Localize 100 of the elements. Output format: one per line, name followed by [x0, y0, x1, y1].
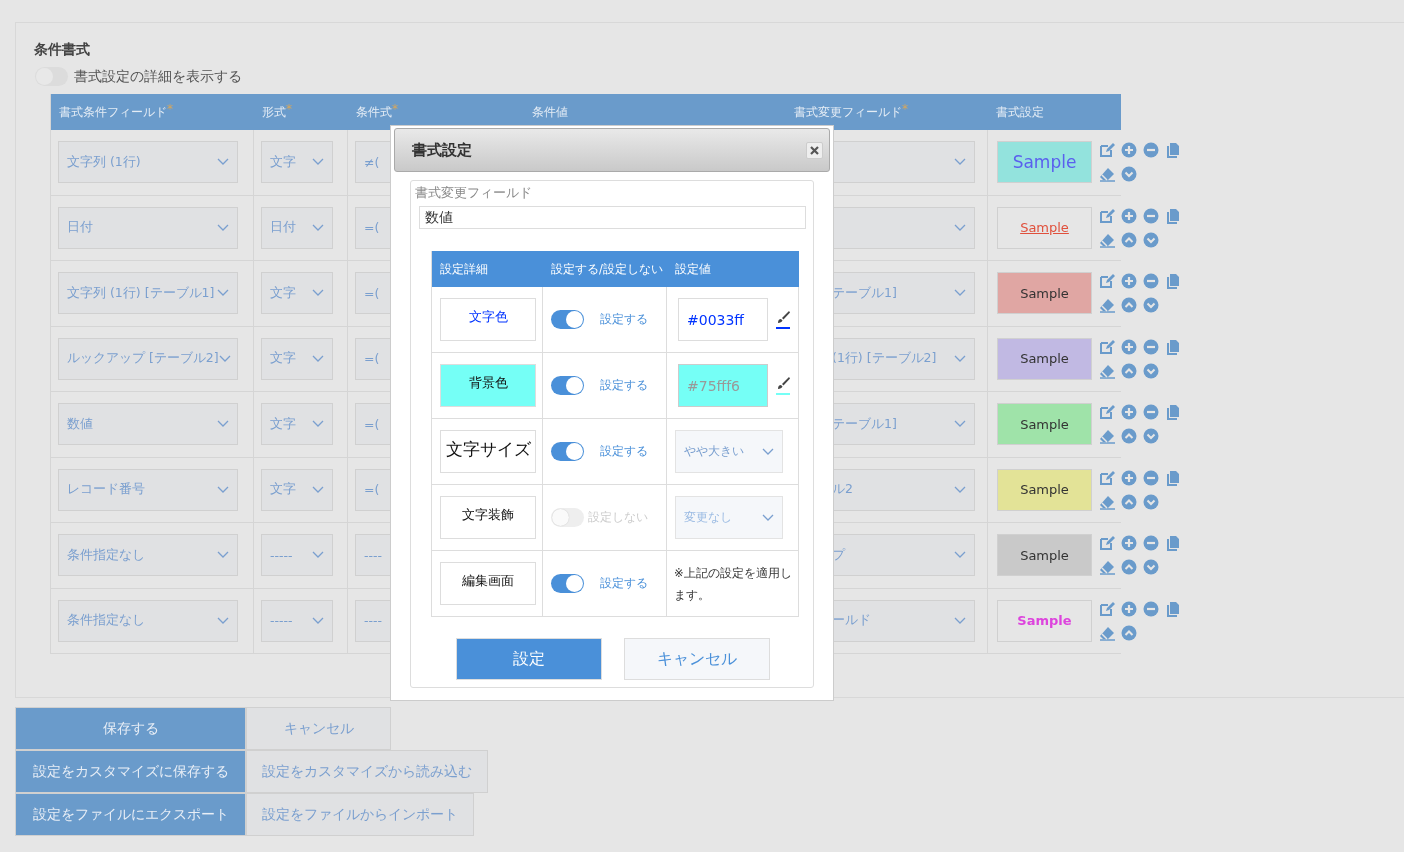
- remove-icon[interactable]: [1143, 142, 1159, 159]
- toggle-switch[interactable]: [551, 376, 584, 395]
- remove-icon[interactable]: [1143, 469, 1159, 486]
- secondary-button[interactable]: キャンセル: [246, 707, 391, 750]
- move-down-icon[interactable]: [1143, 493, 1159, 510]
- field-dropdown[interactable]: レコード番号: [58, 468, 238, 511]
- value-dropdown[interactable]: やや大きい: [675, 430, 783, 473]
- edit-icon[interactable]: [1099, 404, 1115, 421]
- edit-icon[interactable]: [1099, 469, 1115, 486]
- chevron-icon[interactable]: [217, 420, 229, 429]
- secondary-button[interactable]: 設定をファイルからインポート: [246, 793, 474, 836]
- toggle-switch[interactable]: [551, 310, 584, 329]
- chevron-icon[interactable]: [954, 289, 966, 298]
- edit-icon[interactable]: [1099, 142, 1115, 159]
- remove-icon[interactable]: [1143, 600, 1159, 617]
- close-icon[interactable]: [810, 145, 819, 155]
- value-dropdown[interactable]: 変更なし: [675, 496, 783, 539]
- eraser-icon[interactable]: [1099, 231, 1115, 248]
- eraser-icon[interactable]: [1099, 297, 1115, 314]
- add-icon[interactable]: [1121, 207, 1137, 224]
- chevron-icon[interactable]: [312, 616, 324, 625]
- toggle-switch[interactable]: [551, 574, 584, 593]
- primary-button[interactable]: 設定をカスタマイズに保存する: [15, 750, 246, 793]
- primary-button[interactable]: 保存する: [15, 707, 246, 750]
- eraser-icon[interactable]: [1099, 166, 1115, 183]
- chevron-icon[interactable]: [217, 551, 229, 560]
- eraser-icon[interactable]: [1099, 362, 1115, 379]
- remove-icon[interactable]: [1143, 207, 1159, 224]
- brush-icon[interactable]: [776, 310, 790, 324]
- brush-icon[interactable]: [776, 376, 790, 390]
- chevron-icon[interactable]: [217, 289, 229, 298]
- chevron-icon[interactable]: [312, 420, 324, 429]
- chevron-icon[interactable]: [762, 447, 774, 456]
- copy-icon[interactable]: [1165, 142, 1181, 159]
- move-up-icon[interactable]: [1121, 559, 1137, 576]
- chevron-icon[interactable]: [312, 223, 324, 232]
- copy-icon[interactable]: [1165, 404, 1181, 421]
- chevron-icon[interactable]: [762, 513, 774, 522]
- eraser-icon[interactable]: [1099, 624, 1115, 641]
- edit-icon[interactable]: [1099, 273, 1115, 290]
- remove-icon[interactable]: [1143, 404, 1159, 421]
- chevron-icon[interactable]: [312, 289, 324, 298]
- edit-icon[interactable]: [1099, 338, 1115, 355]
- move-down-icon[interactable]: [1143, 559, 1159, 576]
- format-dropdown[interactable]: 文字: [261, 141, 333, 184]
- chevron-icon[interactable]: [954, 158, 966, 167]
- add-icon[interactable]: [1121, 535, 1137, 552]
- field-dropdown[interactable]: 数値: [58, 403, 238, 446]
- edit-icon[interactable]: [1099, 207, 1115, 224]
- copy-icon[interactable]: [1165, 600, 1181, 617]
- chevron-icon[interactable]: [312, 354, 324, 363]
- field-input[interactable]: 数値: [419, 206, 806, 229]
- chevron-icon[interactable]: [217, 158, 229, 167]
- remove-icon[interactable]: [1143, 338, 1159, 355]
- copy-icon[interactable]: [1165, 207, 1181, 224]
- eraser-icon[interactable]: [1099, 559, 1115, 576]
- primary-button[interactable]: 設定をファイルにエクスポート: [15, 793, 246, 836]
- format-dropdown[interactable]: -----: [261, 534, 333, 577]
- chevron-icon[interactable]: [312, 551, 324, 560]
- format-dropdown[interactable]: 日付: [261, 206, 333, 249]
- chevron-icon[interactable]: [954, 354, 966, 363]
- move-up-icon[interactable]: [1121, 428, 1137, 445]
- copy-icon[interactable]: [1165, 273, 1181, 290]
- chevron-icon[interactable]: [312, 485, 324, 494]
- field-dropdown[interactable]: 条件指定なし: [58, 534, 238, 577]
- add-icon[interactable]: [1121, 338, 1137, 355]
- format-dropdown[interactable]: 文字: [261, 272, 333, 315]
- move-up-icon[interactable]: [1121, 493, 1137, 510]
- chevron-icon[interactable]: [954, 223, 966, 232]
- add-icon[interactable]: [1121, 600, 1137, 617]
- color-input[interactable]: #75fff6: [678, 364, 768, 407]
- move-up-icon[interactable]: [1121, 624, 1137, 641]
- add-icon[interactable]: [1121, 273, 1137, 290]
- toggle-switch[interactable]: [551, 508, 584, 527]
- move-down-icon[interactable]: [1143, 297, 1159, 314]
- remove-icon[interactable]: [1143, 535, 1159, 552]
- chevron-icon[interactable]: [954, 485, 966, 494]
- add-icon[interactable]: [1121, 469, 1137, 486]
- move-down-icon[interactable]: [1143, 362, 1159, 379]
- eraser-icon[interactable]: [1099, 428, 1115, 445]
- eraser-icon[interactable]: [1099, 493, 1115, 510]
- chevron-icon[interactable]: [954, 551, 966, 560]
- field-dropdown[interactable]: 条件指定なし: [58, 599, 238, 642]
- format-dropdown[interactable]: 文字: [261, 403, 333, 446]
- move-up-icon[interactable]: [1121, 362, 1137, 379]
- toggle-switch[interactable]: [551, 442, 584, 461]
- remove-icon[interactable]: [1143, 273, 1159, 290]
- add-icon[interactable]: [1121, 142, 1137, 159]
- edit-icon[interactable]: [1099, 535, 1115, 552]
- add-icon[interactable]: [1121, 404, 1137, 421]
- field-dropdown[interactable]: 文字列 (1行): [58, 141, 238, 184]
- format-dropdown[interactable]: 文字: [261, 337, 333, 380]
- chevron-icon[interactable]: [954, 420, 966, 429]
- close-button[interactable]: [806, 141, 823, 159]
- copy-icon[interactable]: [1165, 338, 1181, 355]
- secondary-button[interactable]: 設定をカスタマイズから読み込む: [246, 750, 488, 793]
- chevron-icon[interactable]: [217, 223, 229, 232]
- copy-icon[interactable]: [1165, 535, 1181, 552]
- field-dropdown[interactable]: 日付: [58, 206, 238, 249]
- format-dropdown[interactable]: 文字: [261, 468, 333, 511]
